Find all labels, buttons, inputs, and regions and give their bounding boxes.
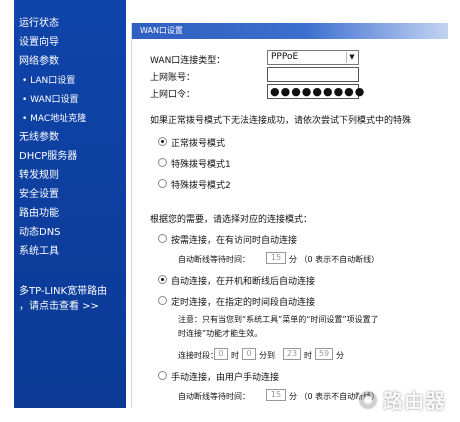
on-demand-idle-input[interactable]: 15 (266, 252, 286, 264)
promo-text: 多TP-LINK宽带路由 (19, 286, 108, 297)
dial-hint: 如果正常拨号模式下无法连接成功，请依次尝试下列模式中的特殊 (150, 116, 412, 126)
manual-idle-label: 自动断线等待时间： (178, 392, 250, 401)
conn-type-label: WAN口连接类型： (150, 56, 226, 66)
on-demand-idle-label: 自动断线等待时间： (178, 255, 250, 264)
sidebar-menu: 运行状态 设置向导 网络参数 • LAN口设置 • WAN口设置 • MAC地址… (14, 0, 126, 408)
account-label: 上网账号： (150, 73, 196, 83)
timed-connect-radio[interactable] (158, 296, 167, 305)
note-line-1: 注意：只有当您到“系统工具”菜单的“时间设置”项设置了 (178, 315, 379, 324)
dial-mode-special2-label: 特殊拨号模式2 (171, 181, 231, 191)
sidebar-item-lan[interactable]: • LAN口设置 (22, 75, 75, 87)
conn-type-value: PPPoE (271, 52, 299, 62)
dial-mode-special1-radio[interactable] (158, 158, 167, 167)
period-minute-to: 分到 (259, 351, 275, 360)
sidebar-item-forwarding[interactable]: 转发规则 (19, 170, 59, 182)
sidebar-item-wan[interactable]: • WAN口设置 (22, 94, 78, 106)
period-to-hour-input[interactable]: 23 (283, 348, 301, 360)
watermark-text: 路由器 (383, 389, 446, 413)
account-input[interactable] (267, 67, 359, 82)
sidebar-item-ddns[interactable]: 动态DNS (19, 227, 61, 239)
main-frame: WAN口设置 WAN口连接类型： PPPoE ▼ 上网账号： 上网口令： ●●●… (126, 0, 448, 408)
router-logo-icon (357, 388, 379, 411)
period-hour-unit: 时 (231, 351, 239, 360)
wan-settings-panel: WAN口设置 WAN口连接类型： PPPoE ▼ 上网账号： 上网口令： ●●●… (131, 23, 448, 408)
sidebar-item-wizard[interactable]: 设置向导 (19, 37, 59, 49)
on-demand-label: 按需连接，在有访问时自动连接 (171, 236, 298, 246)
period-from-hour-input[interactable]: 0 (214, 348, 228, 360)
password-input[interactable]: ●●●●●●●●● (267, 84, 364, 99)
manual-connect-label: 手动连接，由用户手动连接 (171, 373, 280, 383)
sidebar-item-dhcp[interactable]: DHCP服务器 (19, 151, 77, 163)
sidebar-item-routing[interactable]: 路由功能 (19, 208, 59, 220)
panel-title: WAN口设置 (132, 23, 448, 39)
dial-mode-normal-radio[interactable] (158, 137, 167, 146)
sidebar-item-mac-clone[interactable]: • MAC地址克隆 (22, 113, 86, 125)
choose-mode-label: 根据您的需要，请选择对应的连接模式： (150, 215, 313, 225)
promo-link[interactable]: ，请点击查看 >> (19, 297, 99, 312)
timed-connect-label: 定时连接，在指定的时间段自动连接 (171, 298, 316, 308)
note-line-2: 时连接”功能才能生效。 (178, 329, 263, 338)
password-label: 上网口令： (150, 90, 196, 100)
on-demand-radio[interactable] (158, 234, 167, 243)
manual-idle-input[interactable]: 15 (266, 389, 286, 401)
auto-connect-radio[interactable] (158, 275, 167, 284)
sidebar-item-status[interactable]: 运行状态 (19, 18, 59, 30)
sidebar-item-wireless[interactable]: 无线参数 (19, 132, 59, 144)
conn-type-select[interactable]: PPPoE ▼ (267, 50, 359, 65)
sidebar-item-network[interactable]: 网络参数 (19, 56, 59, 68)
on-demand-idle-suffix: 分 （0 表示不自动断线） (289, 255, 380, 264)
dial-mode-special2-radio[interactable] (158, 179, 167, 188)
dial-mode-special1-label: 特殊拨号模式1 (171, 160, 231, 170)
period-minute-unit: 分 (336, 351, 344, 360)
sidebar-item-system-tools[interactable]: 系统工具 (19, 246, 59, 258)
sidebar-item-security[interactable]: 安全设置 (19, 189, 59, 201)
period-from-minute-input[interactable]: 0 (242, 348, 256, 360)
manual-connect-radio[interactable] (158, 371, 167, 380)
period-to-minute-input[interactable]: 59 (315, 348, 333, 360)
chevron-down-icon[interactable]: ▼ (346, 52, 357, 63)
period-hour-unit-2: 时 (304, 351, 312, 360)
dial-mode-normal-label: 正常拨号模式 (171, 139, 226, 149)
watermark: 路由器 (357, 385, 446, 414)
auto-connect-label: 自动连接，在开机和断线后自动连接 (171, 277, 316, 287)
